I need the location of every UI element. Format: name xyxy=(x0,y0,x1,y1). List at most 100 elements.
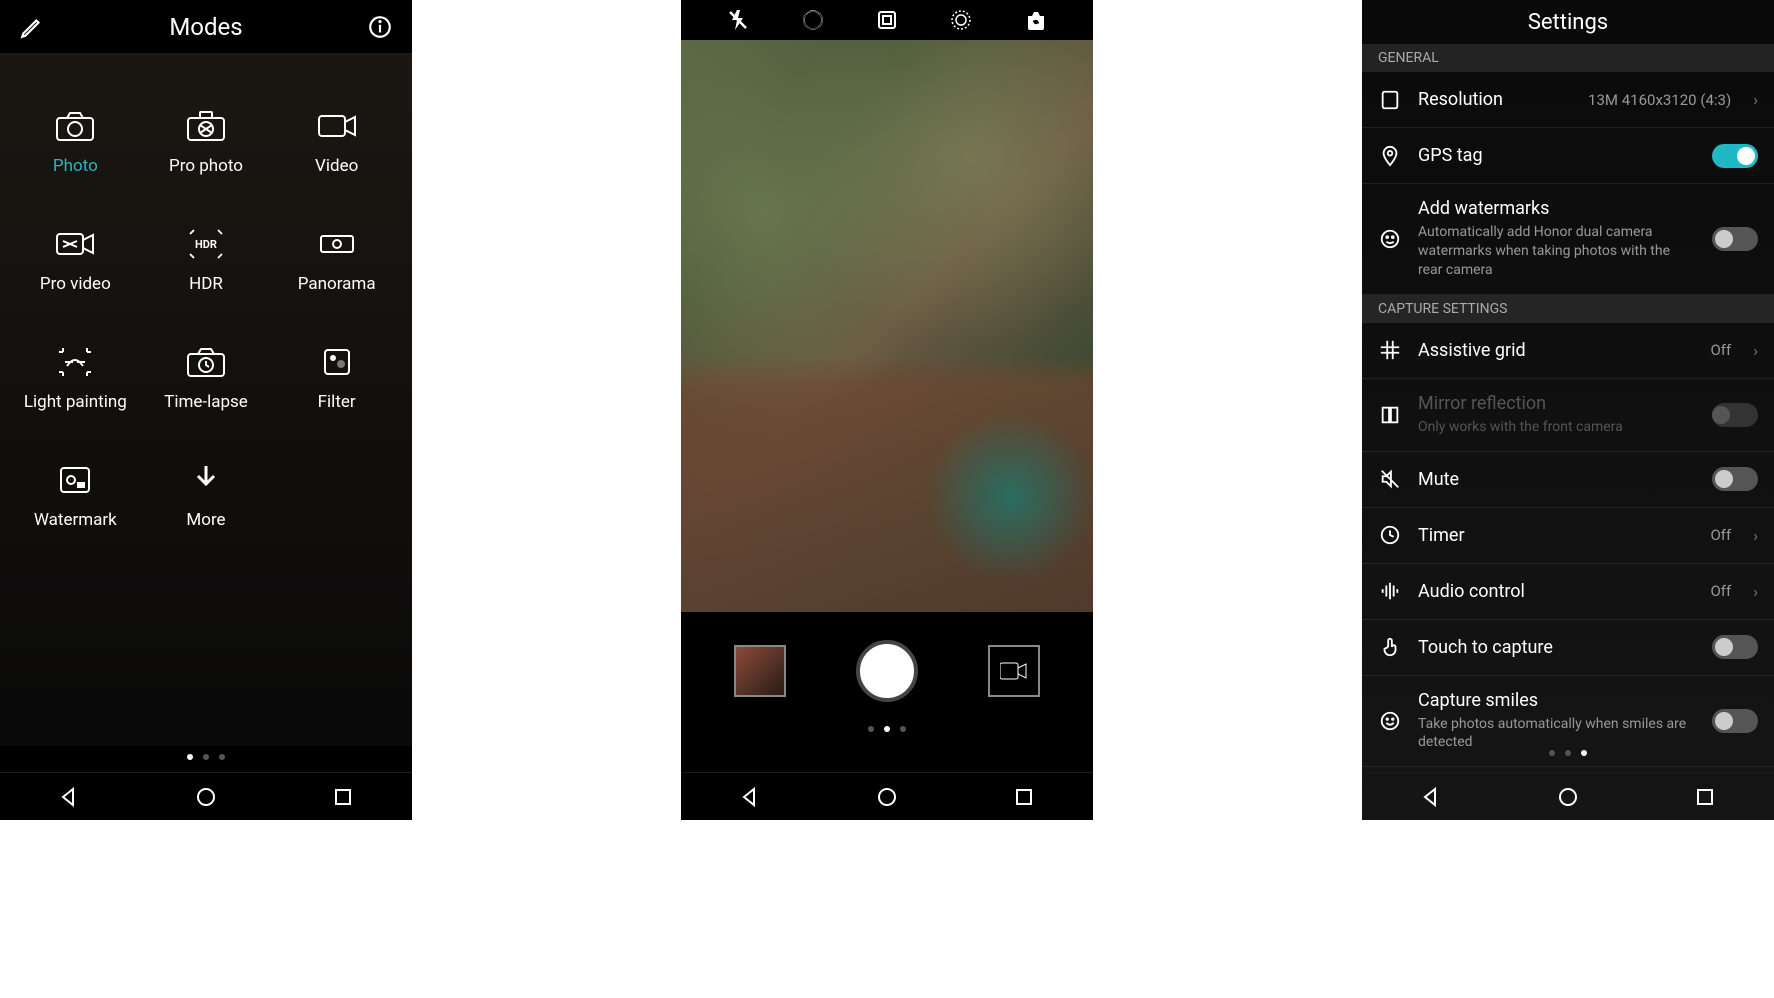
smile-icon xyxy=(1378,709,1402,733)
recent-icon[interactable] xyxy=(1693,785,1717,809)
hdr-icon: HDR xyxy=(186,228,226,260)
toggle-touch[interactable] xyxy=(1712,635,1758,659)
grid-icon xyxy=(1378,338,1402,362)
mode-more[interactable]: More xyxy=(141,438,272,556)
gallery-thumbnail[interactable] xyxy=(734,645,786,697)
setting-audio[interactable]: Audio control Off › xyxy=(1362,564,1774,620)
time-lapse-icon xyxy=(186,346,226,378)
mode-filter[interactable]: Filter xyxy=(271,320,402,438)
modes-grid: Photo Pro photo Video Pro video HDR HDR … xyxy=(0,54,412,746)
aperture-icon[interactable] xyxy=(800,7,826,33)
row-title: Mirror reflection xyxy=(1418,393,1696,414)
pro-video-icon xyxy=(55,228,95,260)
row-title: Assistive grid xyxy=(1418,340,1694,361)
android-navbar xyxy=(681,772,1093,820)
mode-label: HDR xyxy=(189,274,223,294)
row-subtitle: Only works with the front camera xyxy=(1418,418,1696,437)
modes-title: Modes xyxy=(169,13,242,41)
row-title: GPS tag xyxy=(1418,145,1696,166)
back-icon[interactable] xyxy=(57,785,81,809)
toggle-mirror xyxy=(1712,403,1758,427)
camera-screen xyxy=(681,0,1093,820)
setting-touch-capture[interactable]: Touch to capture xyxy=(1362,620,1774,676)
watermark-icon xyxy=(55,464,95,496)
toggle-mute[interactable] xyxy=(1712,467,1758,491)
setting-grid[interactable]: Assistive grid Off › xyxy=(1362,323,1774,379)
setting-mute[interactable]: Mute xyxy=(1362,452,1774,508)
mode-label: Filter xyxy=(318,392,356,412)
shutter-button[interactable] xyxy=(856,640,918,702)
mode-pro-video[interactable]: Pro video xyxy=(10,202,141,320)
toggle-smiles[interactable] xyxy=(1712,709,1758,733)
mode-watermark[interactable]: Watermark xyxy=(10,438,141,556)
android-navbar xyxy=(0,772,412,820)
mode-label: Pro video xyxy=(40,274,111,294)
mode-pro-photo[interactable]: Pro photo xyxy=(141,84,272,202)
row-subtitle: Automatically add Honor dual camera wate… xyxy=(1418,223,1696,280)
mute-icon xyxy=(1378,467,1402,491)
mode-photo[interactable]: Photo xyxy=(10,84,141,202)
modes-screen: Modes Photo Pro photo Video Pro video HD… xyxy=(0,0,412,820)
recent-icon[interactable] xyxy=(1012,785,1036,809)
home-icon[interactable] xyxy=(875,785,899,809)
dot xyxy=(219,754,225,760)
row-title: Touch to capture xyxy=(1418,637,1696,658)
row-value: 13M 4160x3120 (4:3) xyxy=(1588,91,1731,109)
mode-label: Pro photo xyxy=(169,156,243,176)
resolution-icon xyxy=(1378,88,1402,112)
mode-hdr[interactable]: HDR HDR xyxy=(141,202,272,320)
edit-icon[interactable] xyxy=(18,13,46,41)
row-title: Audio control xyxy=(1418,581,1694,602)
setting-timer[interactable]: Timer Off › xyxy=(1362,508,1774,564)
mode-panorama[interactable]: Panorama xyxy=(271,202,402,320)
watermark-icon xyxy=(1378,227,1402,251)
back-icon[interactable] xyxy=(1419,785,1443,809)
panorama-icon xyxy=(317,228,357,260)
toggle-gps[interactable] xyxy=(1712,144,1758,168)
setting-resolution[interactable]: Resolution 13M 4160x3120 (4:3) › xyxy=(1362,72,1774,128)
mode-label: Watermark xyxy=(34,510,117,530)
clock-icon xyxy=(1378,523,1402,547)
row-title: Mute xyxy=(1418,469,1696,490)
video-icon xyxy=(317,110,357,142)
chevron-right-icon: › xyxy=(1753,341,1758,360)
flash-off-icon[interactable] xyxy=(725,7,751,33)
back-icon[interactable] xyxy=(738,785,762,809)
page-indicator xyxy=(1549,742,1587,768)
mode-label: Video xyxy=(315,156,358,176)
dot xyxy=(1565,750,1571,756)
page-indicator xyxy=(868,718,906,744)
dot xyxy=(900,726,906,732)
settings-list[interactable]: GENERAL Resolution 13M 4160x3120 (4:3) ›… xyxy=(1362,44,1774,772)
recent-icon[interactable] xyxy=(331,785,355,809)
row-title: Add watermarks xyxy=(1418,198,1696,219)
home-icon[interactable] xyxy=(194,785,218,809)
svg-text:HDR: HDR xyxy=(195,238,217,251)
switch-camera-icon[interactable] xyxy=(1023,7,1049,33)
dot xyxy=(868,726,874,732)
row-value: Off xyxy=(1710,526,1731,544)
location-icon xyxy=(1378,144,1402,168)
page-indicator xyxy=(0,746,412,772)
beauty-icon[interactable] xyxy=(948,7,974,33)
camera-controls xyxy=(681,612,1093,772)
info-icon[interactable] xyxy=(366,13,394,41)
settings-screen: Settings GENERAL Resolution 13M 4160x312… xyxy=(1362,0,1774,820)
row-title: Capture smiles xyxy=(1418,690,1696,711)
setting-gps[interactable]: GPS tag xyxy=(1362,128,1774,184)
touch-icon xyxy=(1378,635,1402,659)
section-capture: CAPTURE SETTINGS xyxy=(1362,295,1774,323)
setting-watermarks[interactable]: Add watermarks Automatically add Honor d… xyxy=(1362,184,1774,295)
mode-time-lapse[interactable]: Time-lapse xyxy=(141,320,272,438)
chevron-right-icon: › xyxy=(1753,90,1758,109)
mode-video[interactable]: Video xyxy=(271,84,402,202)
camera-viewfinder[interactable] xyxy=(681,40,1093,612)
toggle-watermarks[interactable] xyxy=(1712,227,1758,251)
mode-label: Photo xyxy=(53,156,98,176)
video-mode-button[interactable] xyxy=(988,645,1040,697)
home-icon[interactable] xyxy=(1556,785,1580,809)
mode-label: Time-lapse xyxy=(164,392,248,412)
mode-label: Panorama xyxy=(298,274,376,294)
gallery-icon[interactable] xyxy=(874,7,900,33)
mode-light-painting[interactable]: Light painting xyxy=(10,320,141,438)
